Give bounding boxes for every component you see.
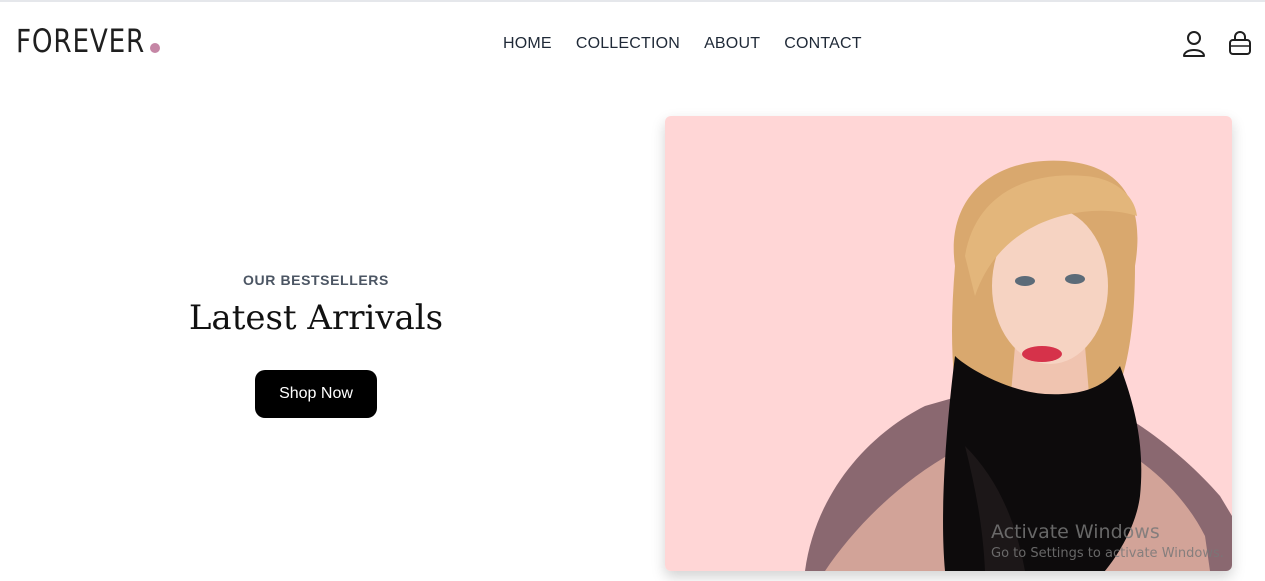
activation-subtitle: Go to Settings to activate Windows. (991, 546, 1224, 561)
shop-now-button[interactable]: Shop Now (255, 370, 377, 418)
nav-collection-link[interactable]: COLLECTION (576, 34, 680, 54)
nav-contact-link[interactable]: CONTACT (784, 34, 862, 54)
nav-about-link[interactable]: ABOUT (704, 34, 760, 54)
logo-dot (150, 43, 160, 53)
windows-activation-notice: Activate Windows Go to Settings to activ… (991, 520, 1224, 564)
hero-kicker: OUR BESTSELLERS (243, 272, 389, 288)
hero-text-panel: OUR BESTSELLERS Latest Arrivals Shop Now (0, 116, 632, 571)
brand-logo[interactable]: FOREVER (16, 22, 145, 60)
profile-icon[interactable] (1182, 30, 1206, 58)
shopping-bag-icon[interactable] (1228, 30, 1252, 58)
header-actions (1182, 30, 1252, 58)
activation-title: Activate Windows (991, 521, 1160, 543)
top-border (0, 0, 1265, 2)
hero-model-illustration (665, 116, 1232, 571)
nav-home-link[interactable]: HOME (503, 34, 552, 54)
hero-title: Latest Arrivals (188, 298, 444, 338)
hero-image (665, 116, 1232, 571)
main-nav: HOME COLLECTION ABOUT CONTACT (503, 34, 862, 54)
